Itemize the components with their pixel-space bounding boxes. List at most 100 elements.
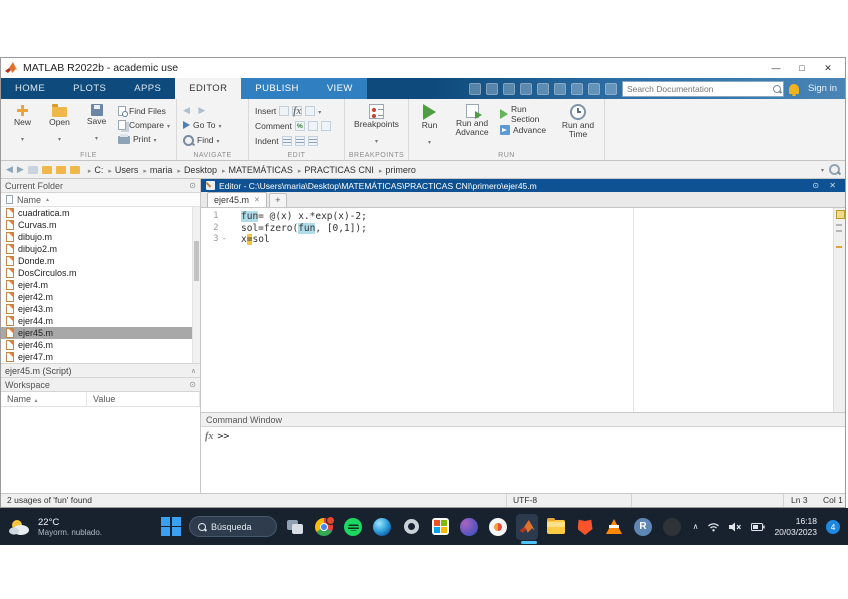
editor-menu-icon[interactable]: ⊙ xyxy=(812,181,823,190)
file-row[interactable]: Donde.m xyxy=(1,255,200,267)
save-quick-icon[interactable] xyxy=(469,83,481,95)
copy-icon[interactable] xyxy=(503,83,515,95)
run-button[interactable]: Run xyxy=(415,102,444,149)
task-view-button[interactable] xyxy=(284,516,306,538)
goto-button[interactable]: Go To xyxy=(183,119,242,131)
paste-icon[interactable] xyxy=(520,83,532,95)
redo-icon[interactable] xyxy=(554,83,566,95)
battery-icon[interactable] xyxy=(751,523,765,531)
breadcrumb-part[interactable]: PRACTICAS CNI xyxy=(294,165,375,175)
comment-icon[interactable]: % xyxy=(295,121,305,131)
volume-muted-icon[interactable] xyxy=(729,522,742,532)
breadcrumb-part[interactable]: C: xyxy=(84,165,105,175)
folder-search-icon[interactable] xyxy=(829,164,840,175)
maximize-button[interactable]: □ xyxy=(789,63,815,73)
smart-indent-icon[interactable] xyxy=(282,136,292,146)
vlc-icon[interactable] xyxy=(603,516,625,538)
breadcrumb-part[interactable]: primero xyxy=(375,165,417,175)
community-icon[interactable] xyxy=(605,83,617,95)
command-window-header[interactable]: Command Window xyxy=(201,412,845,427)
search-documentation-input[interactable] xyxy=(622,81,784,97)
breadcrumb-part[interactable]: maria xyxy=(139,165,173,175)
tab-publish[interactable]: PUBLISH xyxy=(241,78,312,99)
file-row[interactable]: dibujo.m xyxy=(1,231,200,243)
recent-folder-icon[interactable] xyxy=(56,166,66,174)
current-folder-icon[interactable] xyxy=(70,166,80,174)
tab-view[interactable]: VIEW xyxy=(313,78,367,99)
forward-icon[interactable]: ▶ xyxy=(17,164,24,175)
line-number-gutter[interactable]: 1 2 3- xyxy=(201,208,231,412)
new-button[interactable]: New xyxy=(7,102,38,146)
code-editor[interactable]: 1 2 3- fun= @(x) x.*exp(x)-2; sol=fzero(… xyxy=(201,208,845,412)
tab-home[interactable]: HOME xyxy=(1,78,59,99)
brave-icon[interactable] xyxy=(574,516,596,538)
editor-tab-ejer45[interactable]: ejer45.m ✕ xyxy=(207,192,267,207)
browse-folder-icon[interactable] xyxy=(42,166,52,174)
insert-section-icon[interactable] xyxy=(279,106,289,116)
find-files-button[interactable]: Find Files xyxy=(118,105,170,117)
file-row[interactable]: ejer44.m xyxy=(1,315,200,327)
indent-left-icon[interactable] xyxy=(308,136,318,146)
workspace-menu-icon[interactable]: ⊙ xyxy=(189,380,196,389)
tab-apps[interactable]: APPS xyxy=(120,78,175,99)
weather-widget[interactable]: 22°C Mayorm. nublado. xyxy=(0,517,160,537)
tab-plots[interactable]: PLOTS xyxy=(59,78,120,99)
up-one-level-icon[interactable] xyxy=(28,166,38,174)
file-row[interactable]: dibujo2.m xyxy=(1,243,200,255)
edge-icon[interactable] xyxy=(371,516,393,538)
run-section-button[interactable]: Run Section xyxy=(500,108,552,120)
insert-file-icon[interactable] xyxy=(305,106,315,116)
fx-button[interactable]: fx xyxy=(205,431,213,493)
file-row[interactable]: ejer47.m xyxy=(1,351,200,363)
advance-button[interactable]: Advance xyxy=(500,124,552,136)
chrome-icon[interactable] xyxy=(313,516,335,538)
photos-icon[interactable] xyxy=(487,516,509,538)
find-button[interactable]: Find xyxy=(183,134,242,146)
close-button[interactable]: ✕ xyxy=(815,63,841,74)
file-row[interactable]: ejer4.m xyxy=(1,279,200,291)
microsoft-store-icon[interactable] xyxy=(429,516,451,538)
detail-collapse-icon[interactable]: ∧ xyxy=(191,367,196,375)
back-forward-icons[interactable]: ◀ ▶ xyxy=(183,105,242,116)
github-icon[interactable] xyxy=(661,516,683,538)
spotify-icon[interactable] xyxy=(342,516,364,538)
breadcrumb-part[interactable]: MATEMÁTICAS xyxy=(218,165,294,175)
run-and-advance-button[interactable]: Run and Advance xyxy=(450,102,494,138)
file-row[interactable]: cuadratica.m xyxy=(1,207,200,219)
run-and-time-button[interactable]: Run and Time xyxy=(558,102,598,140)
r-icon[interactable]: R xyxy=(632,516,654,538)
indent-right-icon[interactable] xyxy=(295,136,305,146)
file-list-scrollbar[interactable] xyxy=(192,207,200,363)
cut-icon[interactable] xyxy=(486,83,498,95)
message-indicator-bar[interactable] xyxy=(833,208,845,412)
file-explorer-icon[interactable] xyxy=(545,516,567,538)
command-window[interactable]: fx >> xyxy=(201,427,845,493)
sign-in-link[interactable]: Sign in xyxy=(808,83,837,94)
breadcrumb-part[interactable]: Desktop xyxy=(173,165,218,175)
breakpoints-button[interactable]: Breakpoints xyxy=(351,102,402,148)
office-icon[interactable] xyxy=(458,516,480,538)
workspace-column-header[interactable]: Name ▲ Value xyxy=(1,392,200,407)
editor-close-icon[interactable]: ✕ xyxy=(829,181,840,190)
file-row[interactable]: DosCirculos.m xyxy=(1,267,200,279)
save-button[interactable]: Save xyxy=(81,102,112,145)
indent-row[interactable]: Indent xyxy=(255,135,338,147)
file-row[interactable]: ejer46.m xyxy=(1,339,200,351)
settings-icon[interactable] xyxy=(400,516,422,538)
switch-window-icon[interactable] xyxy=(571,83,583,95)
tab-editor[interactable]: EDITOR xyxy=(175,78,241,99)
tab-close-icon[interactable]: ✕ xyxy=(254,196,260,204)
start-button[interactable] xyxy=(160,516,182,538)
breadcrumb-dropdown-icon[interactable] xyxy=(821,165,824,174)
warnings-indicator-icon[interactable] xyxy=(836,210,845,219)
insert-function-icon[interactable]: fx xyxy=(292,106,302,116)
file-row[interactable]: ejer42.m xyxy=(1,291,200,303)
file-row[interactable]: Curvas.m xyxy=(1,219,200,231)
comment-row[interactable]: Comment % xyxy=(255,120,338,132)
breadcrumb-part[interactable]: Users xyxy=(104,165,139,175)
wifi-icon[interactable] xyxy=(707,522,720,532)
notification-bell-icon[interactable] xyxy=(789,84,799,94)
current-folder-menu-icon[interactable]: ⊙ xyxy=(189,181,196,190)
file-row[interactable]: ejer43.m xyxy=(1,303,200,315)
clock[interactable]: 16:18 20/03/2023 xyxy=(774,516,817,537)
